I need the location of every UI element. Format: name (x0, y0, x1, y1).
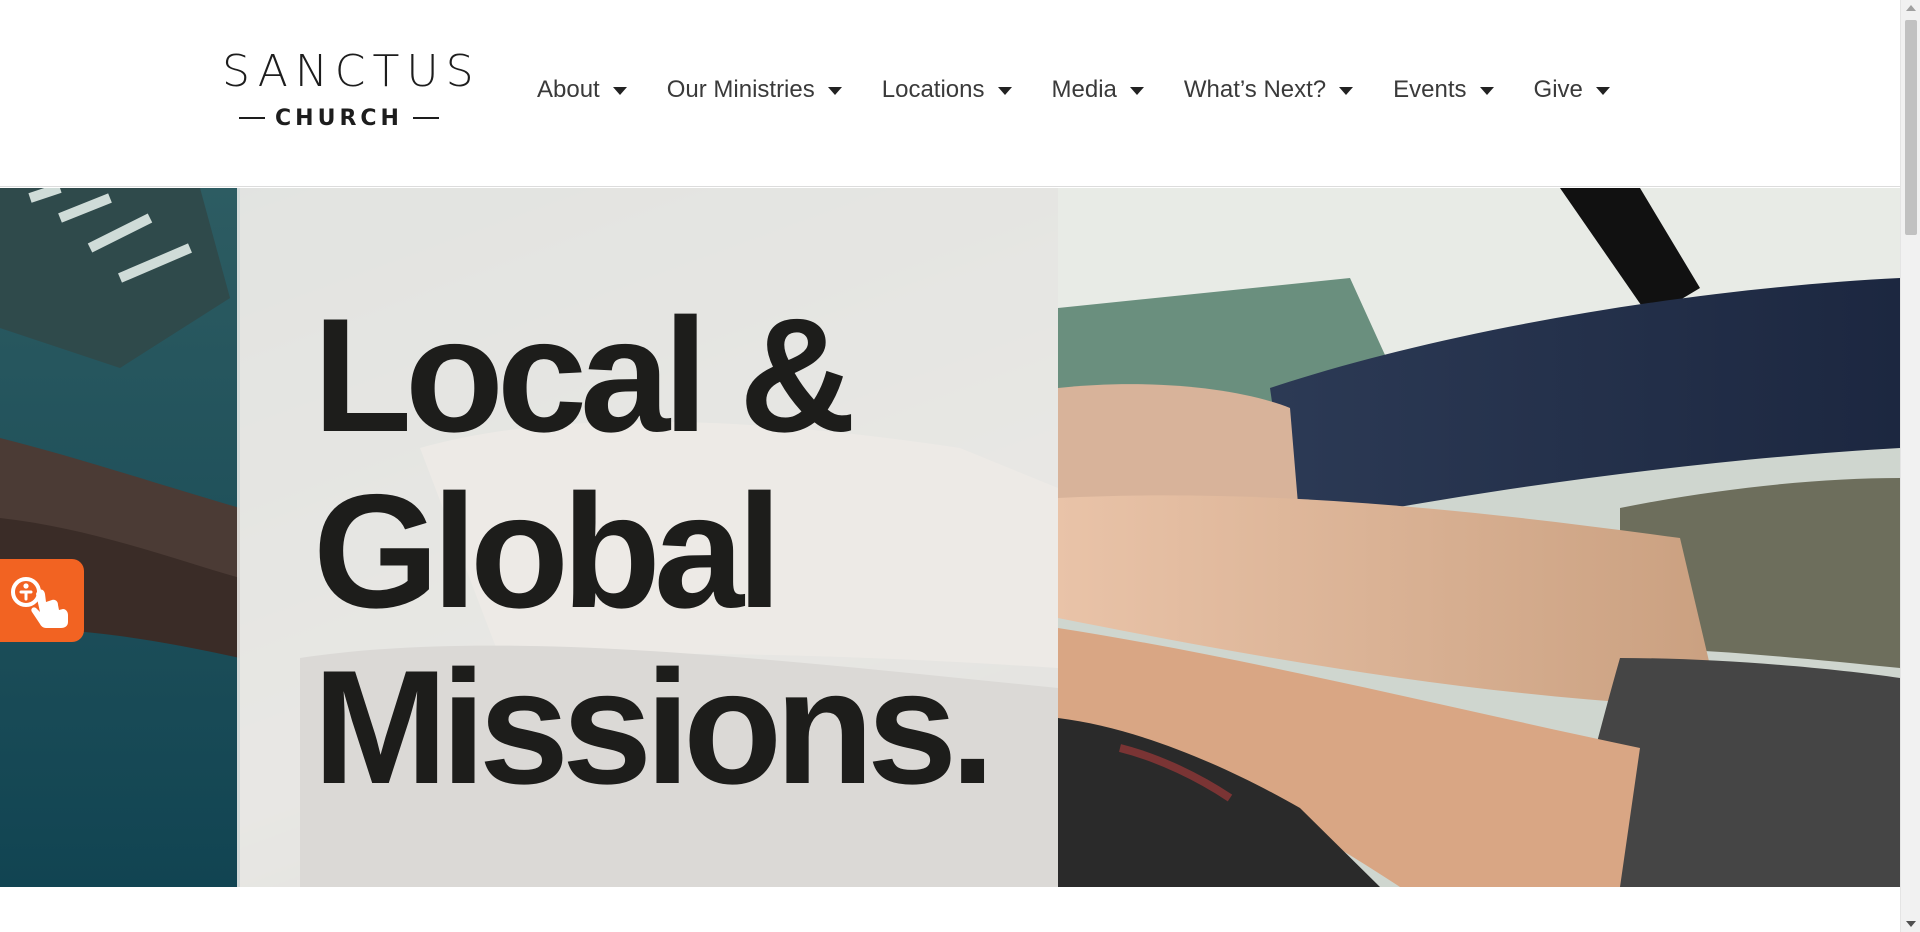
hero-title: Local & Global Missions. (313, 285, 995, 818)
nav-item-label: Locations (881, 76, 985, 103)
nav-item-locations[interactable]: Locations (882, 68, 1012, 112)
nav-item-our-ministries[interactable]: Our Ministries (667, 68, 842, 112)
nav-item-label: Give (1533, 76, 1583, 103)
nav-item-label: About (537, 76, 600, 103)
logo-dash-right (412, 117, 439, 119)
hero-title-line-2: Global (313, 461, 782, 642)
nav-item-events[interactable]: Events (1393, 68, 1494, 112)
caret-down-icon (1129, 87, 1144, 95)
accessibility-button[interactable] (0, 559, 84, 642)
nav-item-about[interactable]: About (537, 68, 627, 112)
nav-item-give[interactable]: Give (1534, 68, 1610, 112)
logo-name: SANCTUS (222, 46, 481, 97)
caret-down-icon (1339, 87, 1354, 95)
hero-title-line-1: Local & (313, 285, 856, 466)
caret-down-icon (1595, 87, 1610, 95)
page-scrollbar[interactable] (1900, 0, 1920, 932)
logo-dash-left (239, 117, 266, 119)
caret-down-icon (612, 87, 627, 95)
scroll-down-arrow-icon[interactable] (1906, 921, 1916, 927)
site-header: SANCTUS CHURCH About Our Ministries Loca… (0, 0, 1900, 187)
hero-title-line-3: Missions. (313, 637, 995, 818)
site-logo[interactable]: SANCTUS CHURCH (222, 46, 481, 134)
nav-item-media[interactable]: Media (1052, 68, 1144, 112)
caret-down-icon (1479, 87, 1494, 95)
nav-item-label: Media (1051, 76, 1117, 103)
hero-text-panel: Local & Global Missions. (237, 188, 1058, 887)
hero-section: Local & Global Missions. (0, 188, 1900, 887)
page: SANCTUS CHURCH About Our Ministries Loca… (0, 0, 1920, 932)
nav-item-label: What’s Next? (1183, 76, 1327, 103)
caret-down-icon (997, 87, 1012, 95)
accessibility-hand-icon (11, 576, 68, 628)
nav-item-whats-next[interactable]: What’s Next? (1183, 68, 1354, 112)
scroll-thumb[interactable] (1905, 20, 1917, 235)
caret-down-icon (827, 87, 842, 95)
main-nav: About Our Ministries Locations Media Wha… (537, 68, 1610, 112)
nav-item-label: Events (1393, 76, 1467, 103)
nav-item-label: Our Ministries (666, 76, 815, 103)
logo-subtitle-row: CHURCH (222, 104, 456, 132)
logo-subtitle: CHURCH (275, 105, 403, 131)
scroll-up-arrow-icon[interactable] (1906, 5, 1916, 11)
